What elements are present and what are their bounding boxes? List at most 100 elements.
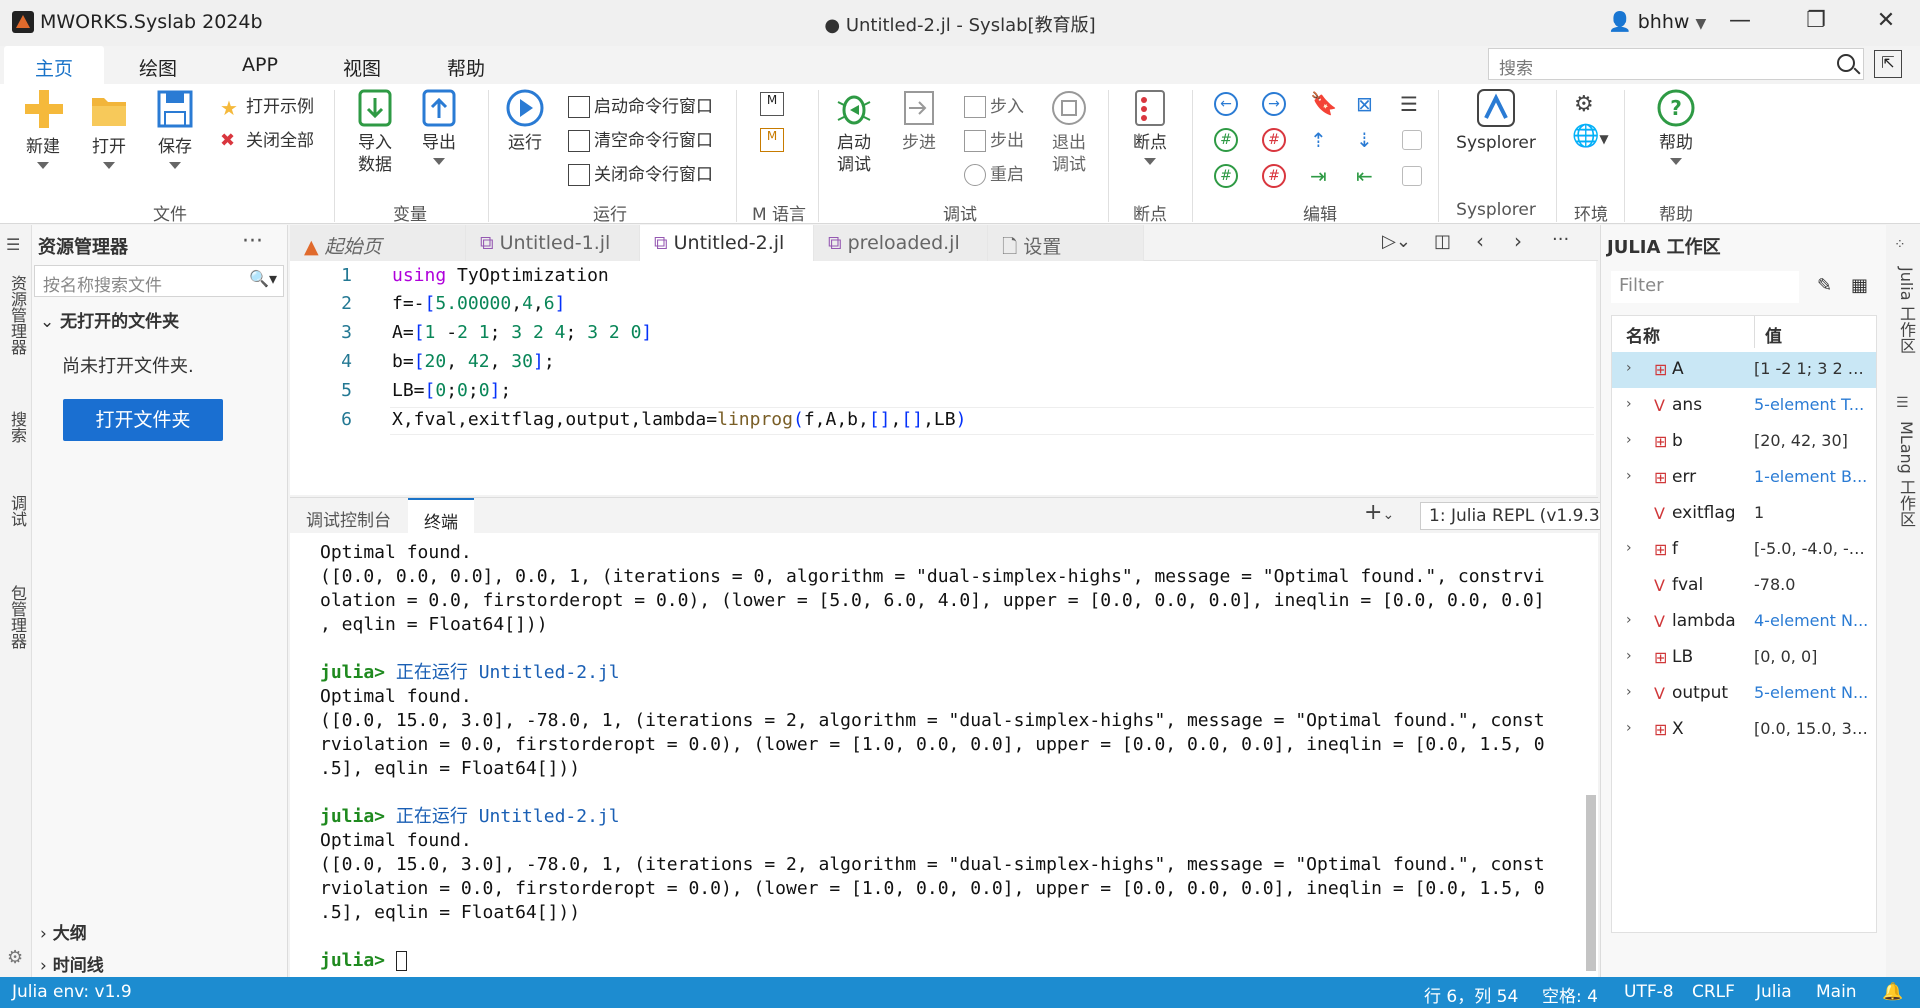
chevron-left-icon[interactable]: ‹ (1476, 229, 1484, 253)
open-button[interactable]: 打开 (84, 88, 134, 169)
uncomment-icon[interactable]: # (1262, 128, 1286, 152)
split-editor-icon[interactable]: ◫ (1434, 231, 1451, 252)
chevron-right-icon[interactable]: › (1626, 432, 1632, 448)
chevron-right-icon[interactable]: › (1626, 396, 1632, 412)
sysplorer-button[interactable]: Sysplorer (1448, 88, 1544, 154)
user-menu[interactable]: 👤 bhhw ▼ (1608, 10, 1706, 33)
breakpoint-button[interactable]: 断点 (1124, 88, 1176, 165)
minimize-icon[interactable]: — (1722, 8, 1758, 36)
start-debug-button[interactable]: 启动 调试 (826, 88, 882, 176)
list-icon[interactable]: ☰ (1400, 92, 1418, 116)
m-file-icon[interactable]: M (760, 92, 784, 116)
step-button[interactable]: 步进 (894, 88, 944, 154)
variable-row[interactable]: › ⊞ LB [0, 0, 0] (1612, 640, 1876, 676)
variable-value[interactable]: 1-element B... (1754, 467, 1872, 486)
tab-home[interactable]: 主页 (4, 46, 104, 84)
activity-mlang-workspace[interactable]: MLang 工作区 (1894, 421, 1918, 527)
comment-icon[interactable]: # (1214, 128, 1238, 152)
export-button[interactable]: 导出 (414, 88, 464, 165)
gear-icon[interactable]: ⚙ (1574, 92, 1594, 117)
grid-view-icon[interactable]: ▦ (1851, 275, 1868, 296)
m-folder-icon[interactable]: M (760, 128, 784, 152)
activity-explorer[interactable]: 资源管理器 (5, 275, 29, 355)
step-in-button[interactable]: 步入 (964, 92, 1024, 118)
clear-cmd-button[interactable]: 清空命令行窗口 (568, 126, 713, 152)
tab-untitled-1[interactable]: ⧉ Untitled-1.jl (466, 225, 640, 271)
status-encoding[interactable]: UTF-8 (1624, 982, 1674, 1002)
variable-value[interactable]: 5-element N... (1754, 683, 1872, 702)
chevron-right-icon[interactable]: › (1626, 468, 1632, 484)
variable-row[interactable]: › ⊞ f [-5.0, -4.0, -6... (1612, 532, 1876, 568)
tab-help[interactable]: 帮助 (418, 46, 514, 84)
more-icon[interactable]: ··· (242, 229, 263, 254)
gear-icon[interactable]: ⚙ (7, 947, 23, 968)
workspace-filter-input[interactable]: Filter (1611, 271, 1799, 303)
tab-plot[interactable]: 绘图 (110, 46, 206, 84)
clear-filter-icon[interactable]: ✎ (1817, 275, 1832, 296)
search-icon[interactable]: 🔍▾ (249, 269, 277, 288)
status-branch[interactable]: Main (1816, 982, 1857, 1002)
status-julia-env[interactable]: Julia env: v1.9 (12, 982, 132, 1002)
chevron-right-icon[interactable]: › (1626, 684, 1632, 700)
chevron-right-icon[interactable]: › (1626, 720, 1632, 736)
new-terminal-icon[interactable]: +⌄ (1364, 500, 1394, 525)
status-language[interactable]: Julia (1756, 982, 1792, 1002)
activity-julia-workspace[interactable]: Julia 工作区 (1894, 267, 1918, 354)
variable-row[interactable]: › ⊞ X [0.0, 15.0, 3.0] (1612, 712, 1876, 748)
chevron-right-icon[interactable]: › (1514, 229, 1522, 253)
menu-icon[interactable]: ☰ (6, 235, 20, 254)
new-button[interactable]: 新建 (18, 88, 68, 169)
restore-icon[interactable]: ❐ (1798, 8, 1834, 36)
variable-row[interactable]: › ⊞ err 1-element B... (1612, 460, 1876, 496)
no-folder-section[interactable]: ⌄ 无打开的文件夹 (40, 307, 179, 332)
terminal-scrollbar[interactable] (1586, 795, 1596, 971)
status-cursor-position[interactable]: 行 6，列 54 (1424, 982, 1518, 1007)
expand-icon[interactable]: ⇱ (1874, 50, 1902, 78)
tab-terminal[interactable]: 终端 (408, 498, 474, 534)
forward-nav-icon[interactable]: → (1262, 92, 1286, 116)
close-all-button[interactable]: ✖ 关闭全部 (220, 126, 314, 152)
file-search-input[interactable]: 按名称搜索文件 🔍▾ (34, 265, 284, 297)
variable-row[interactable]: › Voutput 5-element N... (1612, 676, 1876, 712)
bell-icon[interactable]: 🔔 (1882, 982, 1903, 1002)
activity-search[interactable]: 搜索 (5, 411, 29, 443)
toggle-comment-icon[interactable]: # (1214, 164, 1238, 188)
prev-bookmark-icon[interactable]: ⇡ (1310, 128, 1327, 152)
variable-row[interactable]: › Vans 5-element T... (1612, 388, 1876, 424)
next-bookmark-icon[interactable]: ⇣ (1356, 128, 1373, 152)
search-icon[interactable] (1837, 54, 1855, 72)
chevron-right-icon[interactable]: › (1626, 360, 1632, 376)
code-editor[interactable]: 1 2 3 4 5 6 using TyOptimization f=-[5.0… (290, 261, 1596, 495)
bookmark-clear-icon[interactable]: ⊠ (1356, 92, 1373, 116)
chevron-right-icon[interactable]: › (1626, 612, 1632, 628)
run-button[interactable]: 运行 (500, 88, 550, 154)
terminal[interactable]: Optimal found. ([0.0, 0.0, 0.0], 0.0, 1,… (290, 533, 1598, 977)
status-eol[interactable]: CRLF (1692, 982, 1735, 1002)
block-comment-icon[interactable]: # (1262, 164, 1286, 188)
indent-icon[interactable]: ⇥ (1310, 164, 1327, 188)
tab-settings[interactable]: 🗋 设置 (988, 225, 1144, 261)
variable-value[interactable]: 4-element N... (1754, 611, 1872, 630)
tab-start-page[interactable]: ▲ 起始页 (290, 225, 466, 261)
open-folder-button[interactable]: 打开文件夹 (63, 399, 223, 441)
help-button[interactable]: ? 帮助 (1650, 88, 1702, 165)
import-data-button[interactable]: 导入 数据 (350, 88, 400, 176)
checkbox-icon[interactable] (1402, 166, 1422, 186)
variable-row[interactable]: › ⊞ A [1 -2 1; 3 2 4... (1612, 352, 1876, 388)
close-icon[interactable]: ✕ (1868, 8, 1904, 36)
tab-view[interactable]: 视图 (314, 46, 410, 84)
step-out-button[interactable]: 步出 (964, 126, 1024, 152)
outline-section[interactable]: › 大纲 (40, 919, 87, 944)
status-indentation[interactable]: 空格: 4 (1542, 982, 1598, 1007)
close-cmd-button[interactable]: 关闭命令行窗口 (568, 160, 713, 186)
column-value[interactable]: 值 (1754, 316, 1782, 348)
tab-preloaded[interactable]: ⧉ preloaded.jl (814, 225, 988, 261)
timeline-section[interactable]: › 时间线 (40, 951, 104, 976)
start-cmd-button[interactable]: 启动命令行窗口 (568, 92, 713, 118)
outdent-icon[interactable]: ⇤ (1356, 164, 1373, 188)
tab-untitled-2[interactable]: ⧉ Untitled-2.jl (640, 225, 814, 271)
more-icon[interactable]: ··· (1552, 229, 1569, 250)
globe-icon[interactable]: 🌐▼ (1572, 124, 1609, 149)
activity-debug[interactable]: 调试 (5, 495, 29, 527)
back-nav-icon[interactable]: ← (1214, 92, 1238, 116)
